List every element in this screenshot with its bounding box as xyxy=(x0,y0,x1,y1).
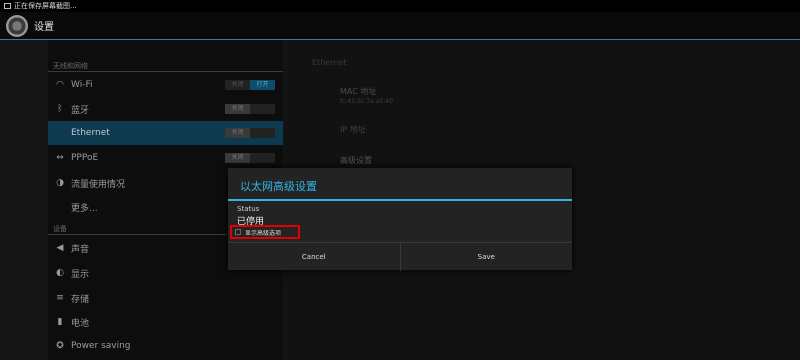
section-header-wireless: 无线和网络 xyxy=(53,62,88,70)
sidebar-item-label: PPPoE xyxy=(71,153,99,163)
sidebar-item-label: 蓝牙 xyxy=(71,105,90,116)
data-usage-icon: ◑ xyxy=(56,178,64,188)
toggle-on-label xyxy=(250,128,275,138)
sidebar-item-power-saving[interactable]: ✪ Power saving xyxy=(48,334,283,358)
show-advanced-options-label[interactable]: 显示高级选项 xyxy=(245,228,281,237)
toggle-off-label: 关闭 xyxy=(225,104,250,114)
sidebar-item-wifi[interactable]: ◠ Wi-Fi 关闭 打开 xyxy=(48,73,283,97)
save-button[interactable]: Save xyxy=(399,243,573,271)
mac-address-label: MAC 地址 xyxy=(340,87,377,96)
toggle-on-label xyxy=(250,153,275,163)
wifi-toggle[interactable]: 关闭 打开 xyxy=(225,80,275,90)
wifi-icon: ◠ xyxy=(56,80,64,90)
mac-address-value: fc:41:3c:7a:a5:40 xyxy=(340,98,393,105)
sidebar-item-bluetooth[interactable]: ᛒ 蓝牙 关闭 xyxy=(48,97,283,121)
display-icon: ◐ xyxy=(56,268,64,278)
status-label: Status xyxy=(237,205,260,213)
toggle-off-label: 关闭 xyxy=(225,153,250,163)
sidebar-item-ethernet[interactable]: Ethernet 关闭 xyxy=(48,121,283,145)
ethernet-toggle[interactable]: 关闭 xyxy=(225,128,275,138)
sound-icon: ◀ xyxy=(56,243,64,253)
dialog-title: 以太网高级设置 xyxy=(240,180,317,193)
sidebar-item-label: 流量使用情况 xyxy=(71,179,126,190)
more-spacer xyxy=(55,202,65,212)
sidebar-item-label: 存储 xyxy=(71,294,90,305)
sidebar-item-label: Ethernet xyxy=(71,128,110,138)
dialog-button-bar: Cancel Save xyxy=(228,242,572,271)
show-advanced-options-checkbox-row[interactable]: 显示高级选项 xyxy=(230,225,300,239)
sidebar-item-label: Wi-Fi xyxy=(71,80,93,90)
cancel-button[interactable]: Cancel xyxy=(228,243,400,271)
advanced-settings-item[interactable]: 高级设置 xyxy=(340,155,372,166)
sidebar-item-storage[interactable]: ≡ 存储 xyxy=(48,286,283,310)
action-bar: 设置 xyxy=(0,12,800,40)
section-divider xyxy=(48,71,283,72)
power-saving-icon: ✪ xyxy=(56,341,64,351)
screenshot-notification-icon xyxy=(4,3,11,9)
bluetooth-icon: ᛒ xyxy=(57,104,63,114)
toggle-off-label: 关闭 xyxy=(225,128,250,138)
settings-gear-icon[interactable] xyxy=(6,14,28,37)
toggle-off-label: 关闭 xyxy=(225,80,250,90)
pppoe-icon: ⇔ xyxy=(56,153,64,163)
app-title: 设置 xyxy=(34,22,54,33)
status-bar: 正在保存屏幕截图... xyxy=(0,0,800,12)
storage-icon: ≡ xyxy=(56,293,64,303)
sidebar-item-label: 显示 xyxy=(71,269,90,280)
ethernet-icon xyxy=(55,128,65,138)
sidebar-item-battery[interactable]: ▮ 电池 xyxy=(48,310,283,334)
battery-icon: ▮ xyxy=(57,317,63,327)
sidebar-item-label: 更多... xyxy=(71,203,98,214)
show-advanced-options-checkbox[interactable] xyxy=(235,229,241,235)
toggle-on-label: 打开 xyxy=(250,80,275,90)
notification-text: 正在保存屏幕截图... xyxy=(14,2,77,10)
ip-address-label: IP 地址 xyxy=(340,125,366,134)
toggle-on-label xyxy=(250,104,275,114)
sidebar-item-label: 声音 xyxy=(71,244,90,255)
bluetooth-toggle[interactable]: 关闭 xyxy=(225,104,275,114)
section-header-device: 设备 xyxy=(53,225,67,233)
ethernet-advanced-dialog: 以太网高级设置 Status 已停用 显示高级选项 Cancel Save xyxy=(228,168,572,271)
dialog-title-divider xyxy=(228,199,572,201)
sidebar-item-pppoe[interactable]: ⇔ PPPoE 关闭 xyxy=(48,146,283,170)
sidebar-item-label: Power saving xyxy=(71,341,131,351)
detail-title: Ethernet xyxy=(312,58,347,67)
sidebar-item-label: 电池 xyxy=(71,318,90,329)
pppoe-toggle[interactable]: 关闭 xyxy=(225,153,275,163)
